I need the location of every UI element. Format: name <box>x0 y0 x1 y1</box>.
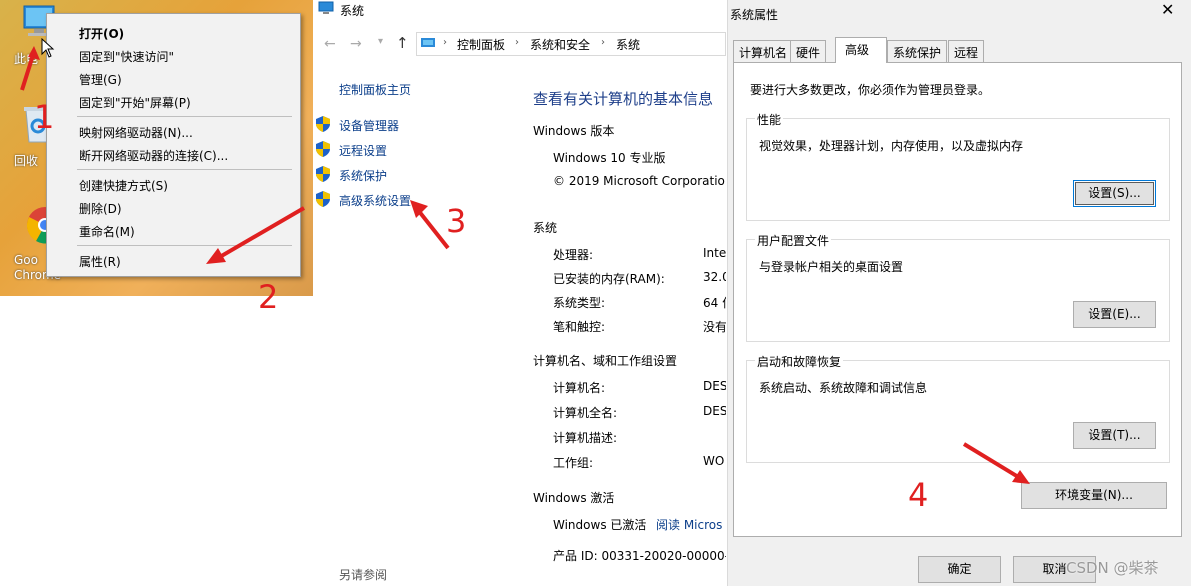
control-panel-icon <box>421 38 435 47</box>
annotation-arrow-1 <box>20 46 40 91</box>
computer-row-value: DES <box>703 379 726 393</box>
system-row-key: 笔和触控: <box>553 320 606 334</box>
advanced-tab-pane: 要进行大多数更改，你必须作为管理员登录。 性能 视觉效果，处理器计划，内存使用，… <box>733 62 1182 537</box>
group-title-performance: 性能 <box>755 111 784 128</box>
activation-status: Windows 已激活 <box>553 518 647 532</box>
system-window-icon <box>318 1 334 14</box>
up-arrow-icon[interactable]: ↑ <box>396 34 409 52</box>
page-heading: 查看有关计算机的基本信息 <box>533 90 714 108</box>
breadcrumb-separator-icon: › <box>601 37 605 48</box>
annotation-number-3: 3 <box>446 202 467 240</box>
menu-item-pin-start[interactable]: 固定到"开始"屏幕(P) <box>79 94 191 111</box>
group-user-profiles: 用户配置文件 与登录帐户相关的桌面设置 设置(E)... <box>746 232 1170 342</box>
section-system: 系统 <box>533 221 558 235</box>
desktop-label-recycle: 回收 <box>14 154 39 168</box>
computer-row-key: 计算机全名: <box>553 406 618 420</box>
annotation-number-1: 1 <box>34 98 55 136</box>
user-profiles-settings-button[interactable]: 设置(E)... <box>1073 301 1156 328</box>
breadcrumb-control-panel[interactable]: 控制面板 <box>457 36 505 53</box>
breadcrumb-separator-icon: › <box>515 37 519 48</box>
sidebar-link-device-manager[interactable]: 设备管理器 <box>339 117 399 134</box>
annotation-number-2: 2 <box>258 278 279 316</box>
menu-separator <box>77 169 292 170</box>
menu-item-open[interactable]: 打开(O) <box>79 25 124 42</box>
shield-icon <box>316 141 330 157</box>
menu-item-pin-quick-access[interactable]: 固定到"快速访问" <box>79 48 174 65</box>
breadcrumb-system-security[interactable]: 系统和安全 <box>530 36 590 53</box>
product-id: 产品 ID: 00331-20020-00000-A <box>553 549 726 563</box>
forward-arrow-icon[interactable]: → <box>350 36 362 52</box>
back-arrow-icon[interactable]: ← <box>324 36 336 52</box>
ok-button[interactable]: 确定 <box>918 556 1001 583</box>
annotation-arrow-2 <box>206 206 306 264</box>
computer-row-key: 计算机名: <box>553 381 606 395</box>
windows-edition-value: Windows 10 专业版 <box>553 151 666 165</box>
system-row-key: 系统类型: <box>553 296 606 310</box>
dialog-title: 系统属性 <box>730 8 779 22</box>
shield-icon <box>316 166 330 182</box>
admin-note: 要进行大多数更改，你必须作为管理员登录。 <box>750 83 991 97</box>
sidebar-link-remote[interactable]: 远程设置 <box>339 142 387 159</box>
desktop-panel: 此电 回收 Goo Chrome 打开(O) 固定到"快速访问" 管理(G) 固… <box>0 0 313 296</box>
section-windows-edition: Windows 版本 <box>533 124 615 138</box>
group-title-startup-recovery: 启动和故障恢复 <box>755 353 844 370</box>
breadcrumb-system[interactable]: 系统 <box>616 36 640 53</box>
activation-read-link[interactable]: 阅读 Micros <box>656 516 722 533</box>
sidebar-home-link[interactable]: 控制面板主页 <box>339 81 411 98</box>
tab-hardware[interactable]: 硬件 <box>790 40 827 62</box>
tab-advanced[interactable]: 高级 <box>835 37 887 63</box>
close-icon[interactable]: ✕ <box>1161 0 1174 19</box>
menu-item-map-drive[interactable]: 映射网络驱动器(N)... <box>79 124 193 141</box>
menu-item-properties[interactable]: 属性(R) <box>79 253 121 270</box>
group-title-user-profiles: 用户配置文件 <box>755 232 832 249</box>
sidebar-link-advanced-settings[interactable]: 高级系统设置 <box>339 192 411 209</box>
computer-row-key: 工作组: <box>553 456 594 470</box>
menu-separator <box>77 116 292 117</box>
menu-item-rename[interactable]: 重命名(M) <box>79 223 135 240</box>
computer-row-key: 计算机描述: <box>553 431 618 445</box>
group-desc-user-profiles: 与登录帐户相关的桌面设置 <box>759 260 904 274</box>
menu-item-disconnect-drive[interactable]: 断开网络驱动器的连接(C)... <box>79 147 228 164</box>
system-window: 系统 ← → ▾ ↑ › 控制面板 › 系统和安全 › 系统 控制面板主页 设备… <box>316 0 726 586</box>
history-chevron-icon[interactable]: ▾ <box>378 36 383 47</box>
see-also-label: 另请参阅 <box>339 568 388 582</box>
group-performance: 性能 视觉效果，处理器计划，内存使用，以及虚拟内存 设置(S)... <box>746 111 1170 221</box>
computer-row-value: DES <box>703 404 726 418</box>
address-bar[interactable]: › 控制面板 › 系统和安全 › 系统 <box>416 32 726 56</box>
menu-item-create-shortcut[interactable]: 创建快捷方式(S) <box>79 177 168 194</box>
performance-settings-button[interactable]: 设置(S)... <box>1073 180 1156 207</box>
sidebar-link-protection[interactable]: 系统保护 <box>339 167 387 184</box>
startup-recovery-settings-button[interactable]: 设置(T)... <box>1073 422 1156 449</box>
group-startup-recovery: 启动和故障恢复 系统启动、系统故障和调试信息 设置(T)... <box>746 353 1170 463</box>
annotation-arrow-4 <box>962 442 1030 484</box>
menu-item-delete[interactable]: 删除(D) <box>79 200 122 217</box>
section-activation: Windows 激活 <box>533 491 615 505</box>
group-desc-startup-recovery: 系统启动、系统故障和调试信息 <box>759 381 928 395</box>
section-computer-name: 计算机名、域和工作组设置 <box>533 354 678 368</box>
tab-remote[interactable]: 远程 <box>948 40 985 62</box>
system-properties-dialog: 系统属性 ✕ 计算机名 硬件 高级 系统保护 远程 要进行大多数更改，你必须作为… <box>727 0 1191 586</box>
system-row-value: 32.0 <box>703 270 726 284</box>
window-title: 系统 <box>340 4 365 18</box>
shield-icon <box>316 116 330 132</box>
system-row-key: 已安装的内存(RAM): <box>553 272 665 286</box>
system-row-value: Inte <box>703 246 726 260</box>
computer-row-value: WO <box>703 454 725 468</box>
shield-icon <box>316 191 330 207</box>
watermark-text: CSDN @柴茶 <box>1066 559 1159 577</box>
breadcrumb-separator-icon: › <box>443 37 447 48</box>
menu-item-manage[interactable]: 管理(G) <box>79 71 122 88</box>
tab-computer-name[interactable]: 计算机名 <box>733 40 794 62</box>
system-row-key: 处理器: <box>553 248 594 262</box>
system-row-value: 64 位 <box>703 296 726 310</box>
group-desc-performance: 视觉效果，处理器计划，内存使用，以及虚拟内存 <box>759 139 1024 153</box>
system-row-value: 没有 <box>703 320 726 334</box>
annotation-number-4: 4 <box>908 476 929 514</box>
copyright-text: © 2019 Microsoft Corporatio <box>553 174 725 188</box>
environment-variables-button[interactable]: 环境变量(N)... <box>1021 482 1167 509</box>
tab-system-protection[interactable]: 系统保护 <box>887 40 948 62</box>
